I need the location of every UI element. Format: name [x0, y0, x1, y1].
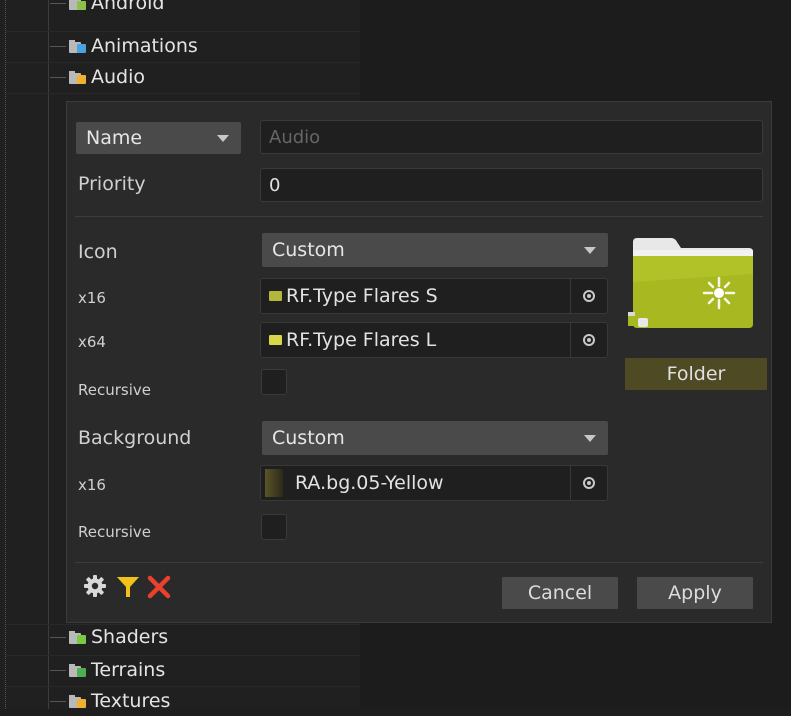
icon-x16-label: x16 — [78, 289, 106, 307]
tree-item-shaders[interactable]: Shaders — [50, 622, 168, 652]
animations-folder-icon — [69, 39, 86, 53]
background-x16-value: RA.bg.05-Yellow — [295, 472, 444, 494]
tree-item-audio[interactable]: Audio — [50, 62, 145, 92]
gear-icon[interactable] — [83, 574, 107, 598]
folder-icon — [269, 291, 282, 301]
icon-mode-value: Custom — [272, 239, 345, 261]
background-recursive-checkbox[interactable] — [261, 514, 287, 540]
target-icon — [583, 477, 595, 489]
name-input-placeholder: Audio — [269, 126, 321, 148]
folder-settings-panel: Name Audio Priority 0 Icon Custom x16 RF… — [66, 101, 772, 623]
icon-recursive-label: Recursive — [78, 381, 151, 399]
tree-item-android[interactable]: Android — [50, 0, 164, 18]
target-icon — [583, 290, 595, 302]
background-label: Background — [78, 427, 192, 449]
footer-divider — [75, 562, 763, 563]
color-swatch — [265, 469, 283, 497]
name-input[interactable]: Audio — [260, 120, 763, 154]
priority-label: Priority — [78, 173, 146, 195]
name-mode-dropdown[interactable]: Name — [76, 122, 241, 154]
section-divider — [75, 216, 763, 217]
filter-icon[interactable] — [116, 575, 140, 599]
background-x16-label: x16 — [78, 476, 106, 494]
icon-x64-label: x64 — [78, 333, 106, 351]
apply-button[interactable]: Apply — [637, 577, 753, 609]
icon-x16-field[interactable]: RF.Type Flares S — [260, 278, 608, 314]
object-picker-button[interactable] — [570, 279, 607, 313]
cancel-button[interactable]: Cancel — [502, 577, 618, 609]
icon-recursive-checkbox[interactable] — [261, 369, 287, 395]
tree-guide-line — [5, 0, 6, 709]
priority-value: 0 — [269, 174, 281, 196]
background-mode-dropdown[interactable]: Custom — [262, 421, 608, 455]
tree-item-label: Shaders — [91, 626, 169, 648]
tree-item-textures[interactable]: Textures — [50, 686, 170, 716]
target-icon — [583, 334, 595, 346]
tree-item-label: Terrains — [91, 659, 166, 681]
icon-x16-value: RF.Type Flares S — [286, 285, 438, 307]
close-icon[interactable] — [147, 575, 171, 599]
icon-x64-field[interactable]: RF.Type Flares L — [260, 322, 608, 358]
icon-mode-dropdown[interactable]: Custom — [262, 233, 608, 267]
chevron-down-icon — [584, 435, 596, 442]
folder-preview-label: Folder — [625, 358, 767, 390]
icon-label: Icon — [78, 241, 118, 263]
priority-input[interactable]: 0 — [260, 168, 763, 202]
tree-item-label: Android — [91, 0, 165, 14]
chevron-down-icon — [217, 135, 229, 142]
object-picker-button[interactable] — [570, 323, 607, 357]
terrains-folder-icon — [69, 663, 86, 677]
tree-item-label: Audio — [91, 66, 146, 88]
audio-folder-icon — [69, 70, 86, 84]
tree-item-terrains[interactable]: Terrains — [50, 655, 165, 685]
background-recursive-label: Recursive — [78, 523, 151, 541]
name-mode-value: Name — [86, 127, 143, 149]
textures-folder-icon — [69, 694, 86, 708]
folder-icon — [269, 335, 282, 345]
background-x16-field[interactable]: RA.bg.05-Yellow — [260, 465, 608, 501]
small-folder-icon — [628, 312, 650, 328]
object-picker-button[interactable] — [570, 466, 607, 500]
tree-item-label: Animations — [91, 35, 198, 57]
icon-x64-value: RF.Type Flares L — [286, 329, 437, 351]
shaders-folder-icon — [69, 630, 86, 644]
tree-indent-line — [48, 0, 49, 709]
chevron-down-icon — [584, 247, 596, 254]
background-mode-value: Custom — [272, 427, 345, 449]
android-folder-icon — [69, 0, 86, 10]
tree-item-animations[interactable]: Animations — [50, 31, 198, 61]
tree-row-divider — [6, 93, 360, 94]
